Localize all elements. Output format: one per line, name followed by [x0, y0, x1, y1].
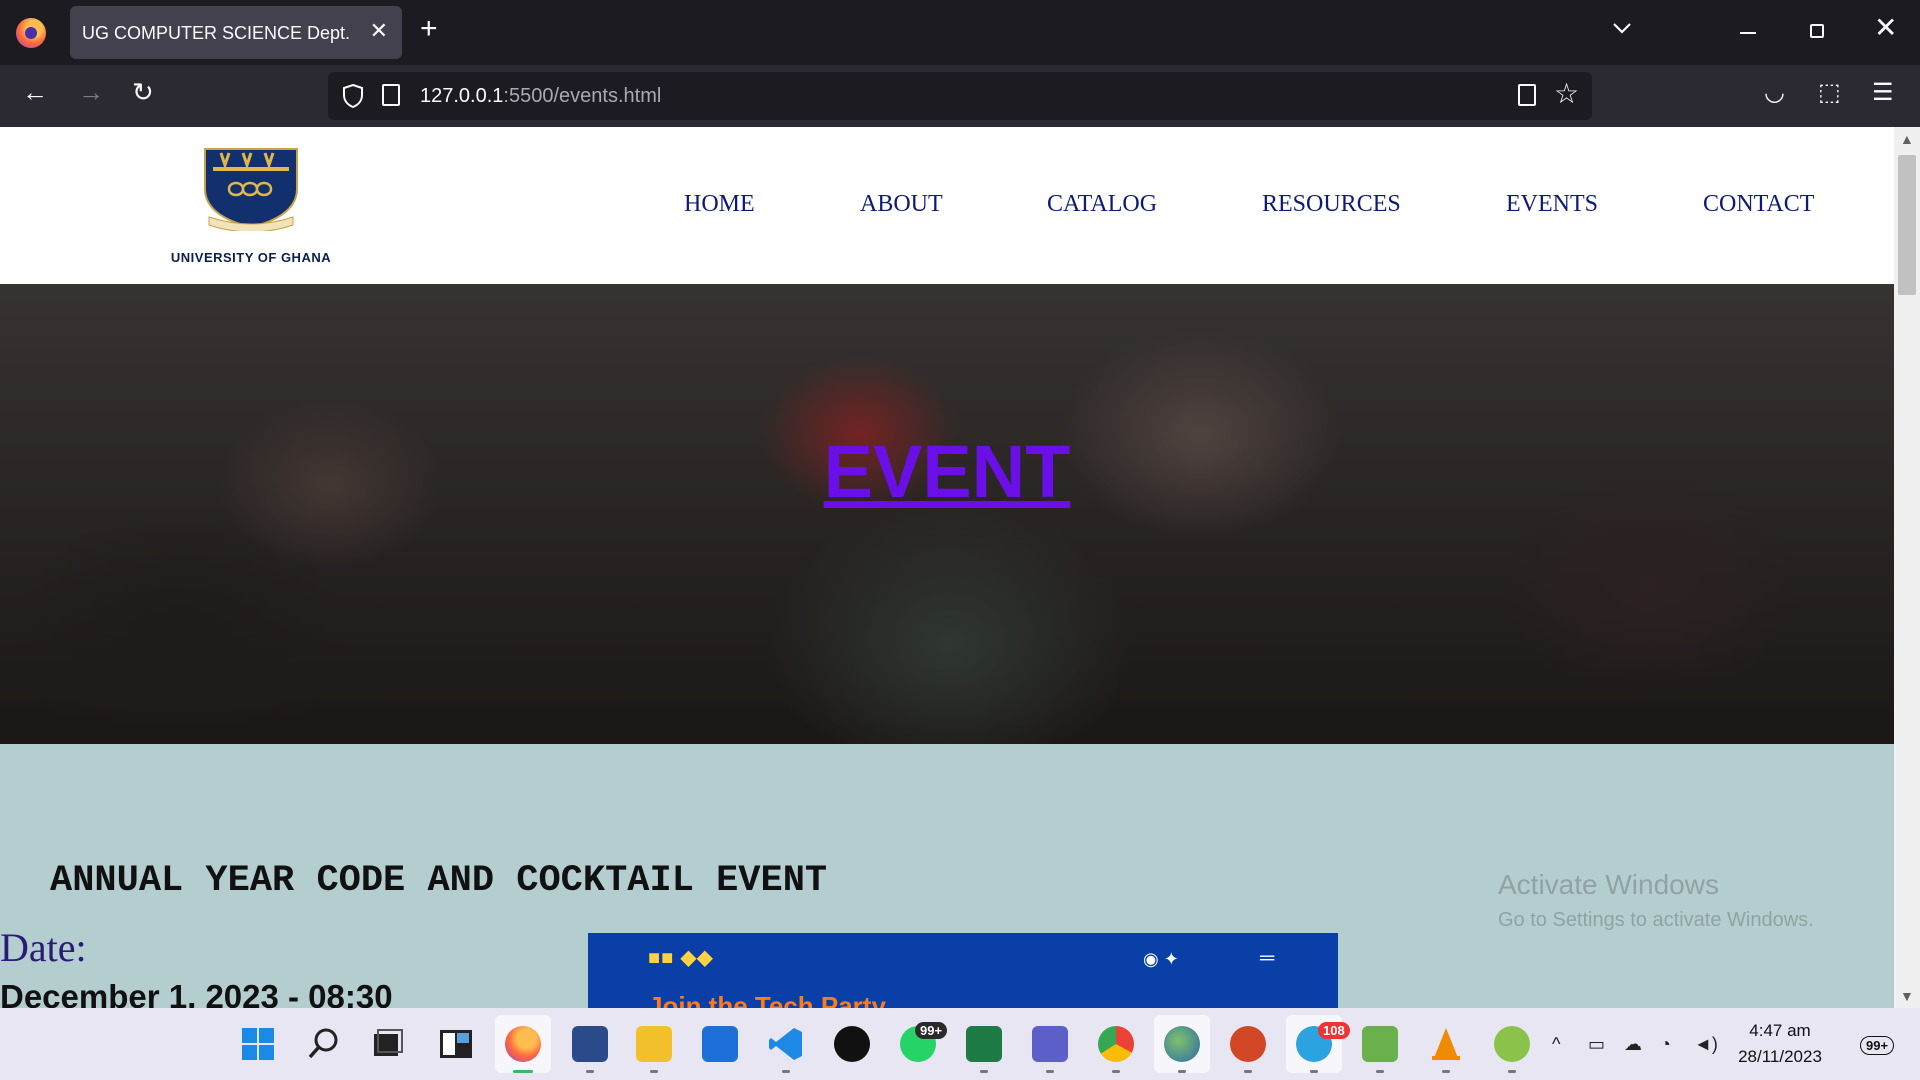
- earth-app-indicator: [1178, 1070, 1186, 1073]
- social-icons: ◉ ✦: [1143, 949, 1179, 969]
- paint-app-icon[interactable]: [1362, 1026, 1398, 1062]
- poster-menu-icon: ═: [1260, 947, 1275, 969]
- scroll-thumb[interactable]: [1898, 155, 1916, 295]
- page-scrollbar[interactable]: ▲ ▼: [1894, 127, 1920, 1008]
- widgets-icon[interactable]: [438, 1026, 474, 1062]
- nav-events[interactable]: EVENTS: [1506, 191, 1598, 218]
- task-view-icon[interactable]: [370, 1026, 406, 1062]
- scroll-up-icon[interactable]: ▲: [1900, 131, 1914, 147]
- excel-icon[interactable]: [966, 1026, 1002, 1062]
- telegram-indicator: [1310, 1070, 1318, 1073]
- wifi-icon[interactable]: ◔: [1660, 1034, 1671, 1055]
- chrome-indicator: [1112, 1070, 1120, 1073]
- system-clock[interactable]: 4:47 am 28/11/2023: [1720, 1018, 1840, 1070]
- android-app-indicator: [1508, 1070, 1516, 1073]
- clock-date: 28/11/2023: [1738, 1047, 1822, 1066]
- vlc-indicator: [1442, 1070, 1450, 1073]
- logo-text: UNIVERSITY OF GHANA: [170, 250, 332, 265]
- nav-home[interactable]: HOME: [684, 191, 755, 218]
- university-logo[interactable]: UNIVERSITY OF GHANA: [152, 145, 350, 267]
- event-section: ANNUAL YEAR CODE AND COCKTAIL EVENT Date…: [0, 744, 1894, 1008]
- restore-window-icon[interactable]: [1810, 24, 1824, 38]
- powerpoint-indicator: [1244, 1070, 1252, 1073]
- firefox-icon[interactable]: [16, 18, 46, 48]
- whatsapp-badge: 99+: [915, 1022, 948, 1039]
- search-icon[interactable]: [306, 1026, 342, 1062]
- battery-icon[interactable]: ▭: [1588, 1034, 1605, 1055]
- file-explorer-indicator: [650, 1070, 658, 1073]
- hero-banner: EVENT: [0, 284, 1894, 744]
- date-label: Date:: [0, 925, 87, 970]
- activate-windows-watermark: Activate Windows Go to Settings to activ…: [1498, 869, 1814, 932]
- extensions-icon[interactable]: ⬚: [1818, 81, 1841, 105]
- file-explorer-icon[interactable]: [636, 1026, 672, 1062]
- onedrive-icon[interactable]: ☁: [1624, 1034, 1642, 1055]
- poster-logo: ■■ ◆◆: [648, 947, 714, 969]
- photos-app-icon[interactable]: [572, 1026, 608, 1062]
- back-icon[interactable]: ←: [22, 79, 48, 105]
- tracking-protection-shield-icon[interactable]: [342, 83, 364, 109]
- nav-contact[interactable]: CONTACT: [1703, 191, 1814, 218]
- browser-toolbar: ← → ↻ 127.0.0.1:5500/events.html ☆ ◡ ⬚ ☰: [0, 65, 1920, 127]
- browser-tab-bar: UG COMPUTER SCIENCE Dept. ✕ + ✕: [0, 0, 1920, 65]
- new-tab-icon[interactable]: +: [420, 14, 438, 44]
- windows-taskbar: 99+ 108 ^ ▭ ☁ ◔ ◄) 4:47 am 28/11/2023 99…: [0, 1008, 1920, 1080]
- event-title: ANNUAL YEAR CODE AND COCKTAIL EVENT: [50, 860, 828, 902]
- powerpoint-icon[interactable]: [1230, 1026, 1266, 1062]
- page-info-icon[interactable]: [382, 84, 400, 106]
- bookmark-star-icon[interactable]: ☆: [1554, 80, 1579, 108]
- windows-start-icon[interactable]: [240, 1026, 276, 1062]
- tiktok-icon[interactable]: [834, 1026, 870, 1062]
- hero-title[interactable]: EVENT: [0, 429, 1894, 514]
- vscode-icon[interactable]: [768, 1026, 804, 1062]
- vscode-indicator: [782, 1070, 790, 1073]
- hero-crowd-photo: [0, 284, 1894, 744]
- page-viewport: UNIVERSITY OF GHANA HOME ABOUT CATALOG R…: [0, 127, 1894, 1008]
- scroll-down-icon[interactable]: ▼: [1900, 988, 1914, 1004]
- forward-icon[interactable]: →: [78, 79, 104, 105]
- volume-icon[interactable]: ◄): [1694, 1034, 1718, 1055]
- chrome-profile-icon[interactable]: [1098, 1026, 1134, 1062]
- activate-title: Activate Windows: [1498, 869, 1719, 900]
- teams-icon[interactable]: [1032, 1026, 1068, 1062]
- nav-about[interactable]: ABOUT: [860, 191, 943, 218]
- close-window-icon[interactable]: ✕: [1874, 14, 1897, 42]
- excel-indicator: [980, 1070, 988, 1073]
- nav-resources[interactable]: RESOURCES: [1262, 191, 1401, 218]
- close-tab-icon[interactable]: ✕: [370, 18, 388, 44]
- photos-indicator: [586, 1070, 594, 1073]
- notification-badge: 99+: [1860, 1036, 1895, 1055]
- url-text[interactable]: 127.0.0.1:5500/events.html: [420, 85, 661, 108]
- url-path: :5500/events.html: [503, 85, 662, 107]
- notification-center-icon[interactable]: 99+: [1858, 1026, 1895, 1062]
- teams-indicator: [1046, 1070, 1054, 1073]
- site-header: UNIVERSITY OF GHANA HOME ABOUT CATALOG R…: [0, 127, 1894, 284]
- reader-view-icon[interactable]: [1518, 84, 1536, 106]
- browser-tab-active[interactable]: UG COMPUTER SCIENCE Dept. ✕: [70, 6, 402, 59]
- vlc-icon[interactable]: [1428, 1026, 1464, 1062]
- menu-hamburger-icon[interactable]: ☰: [1872, 81, 1894, 105]
- show-hidden-icons-icon[interactable]: ^: [1552, 1034, 1560, 1055]
- address-bar[interactable]: 127.0.0.1:5500/events.html ☆: [328, 72, 1592, 120]
- firefox-active-indicator: [513, 1070, 533, 1073]
- nav-catalog[interactable]: CATALOG: [1047, 191, 1157, 218]
- activate-subtitle: Go to Settings to activate Windows.: [1498, 909, 1814, 931]
- crest-icon: [204, 148, 298, 231]
- url-host: 127.0.0.1: [420, 85, 504, 107]
- earth-app-icon[interactable]: [1164, 1026, 1200, 1062]
- pocket-icon[interactable]: ◡: [1764, 81, 1785, 105]
- poster-text: Join the Tech Party: [648, 991, 886, 1008]
- clock-time: 4:47 am: [1749, 1021, 1811, 1040]
- android-app-icon[interactable]: [1494, 1026, 1530, 1062]
- reload-icon[interactable]: ↻: [132, 79, 154, 105]
- telegram-badge: 108: [1318, 1022, 1350, 1039]
- paint-app-indicator: [1376, 1070, 1384, 1073]
- tab-title: UG COMPUTER SCIENCE Dept.: [82, 23, 351, 43]
- date-value: December 1, 2023 - 08:30: [0, 978, 393, 1008]
- chevron-down-icon[interactable]: [1610, 16, 1634, 40]
- firefox-taskbar-icon[interactable]: [505, 1026, 541, 1062]
- event-poster-image: ■■ ◆◆ ◉ ✦ ═ Join the Tech Party: [588, 933, 1338, 1008]
- microsoft-store-icon[interactable]: [702, 1026, 738, 1062]
- minimize-window-icon[interactable]: [1740, 32, 1756, 34]
